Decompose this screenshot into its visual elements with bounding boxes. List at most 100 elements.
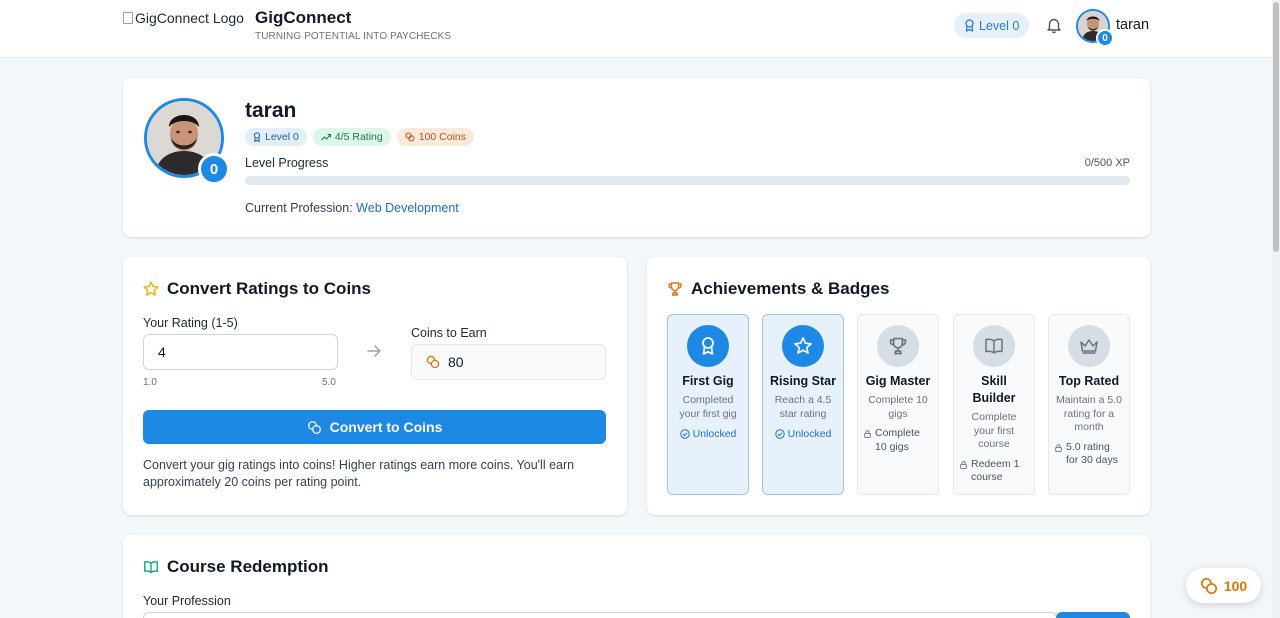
coins-icon: [405, 132, 415, 142]
badge-icon-circle: [973, 325, 1015, 367]
floating-coins-button[interactable]: 100: [1186, 568, 1261, 603]
current-profession: Current Profession: Web Development: [245, 201, 459, 215]
brand-block: GigConnect TURNING POTENTIAL INTO PAYCHE…: [255, 8, 451, 42]
top-header: GigConnect Logo GigConnect TURNING POTEN…: [0, 0, 1280, 58]
award-icon: [702, 337, 714, 355]
convert-button-label: Convert to Coins: [329, 419, 443, 435]
badge-desc: Complete your first course: [971, 411, 1017, 450]
badge-top-rated[interactable]: Top Rated Maintain a 5.0 rating for a mo…: [1048, 314, 1130, 495]
check-circle-icon: [679, 429, 690, 439]
coins-to-earn-value: 80: [448, 354, 464, 370]
star-icon: [143, 281, 159, 296]
badge-requirement-text: Redeem 1 course: [971, 457, 1020, 484]
convert-description: Convert your gig ratings into coins! Hig…: [143, 458, 575, 489]
level-progress-bar: [245, 176, 1130, 185]
course-profession-label: Your Profession: [143, 594, 231, 608]
badge-requirement-text: Complete 10 gigs: [875, 427, 920, 453]
floating-coins-value: 100: [1223, 577, 1248, 594]
rating-min: 1.0: [143, 377, 157, 388]
coins-to-earn-field: 80: [411, 344, 606, 380]
badge-title: Gig Master: [865, 374, 931, 388]
coins-icon: [1200, 577, 1217, 594]
brand-logo[interactable]: GigConnect Logo: [123, 10, 244, 26]
achievements-title-text: Achievements & Badges: [691, 279, 890, 298]
star-icon: [794, 337, 812, 354]
scrollbar-thumb[interactable]: [1273, 2, 1279, 252]
badge-icon-circle: [1068, 325, 1110, 367]
badge-status-text: Unlocked: [692, 428, 737, 440]
course-action-button[interactable]: [1056, 612, 1130, 618]
badge-icon-circle: [687, 325, 729, 367]
achievements-card: Achievements & Badges First Gig Complete…: [647, 257, 1150, 515]
book-icon: [985, 338, 1003, 354]
header-level-badge: 0: [1096, 29, 1114, 47]
profile-chips: Level 0 4/5 Rating 100 Coins: [245, 128, 475, 146]
level-chip-text: Level 0: [265, 131, 299, 143]
badge-desc: Completed your first gig: [679, 394, 737, 420]
page-scrollbar[interactable]: [1272, 0, 1280, 618]
lock-icon: [1055, 443, 1062, 452]
badge-first-gig[interactable]: First Gig Completed your first gig Unloc…: [667, 314, 749, 495]
rating-input[interactable]: [143, 334, 338, 370]
badge-title: Top Rated: [1058, 374, 1120, 388]
header-level-pill[interactable]: Level 0: [954, 13, 1030, 38]
rating-chip-text: 4/5 Rating: [334, 131, 383, 143]
badge-title: Rising Star: [770, 374, 836, 388]
course-title-text: Course Redemption: [167, 557, 329, 576]
badge-requirement-text: 5.0 rating for 30 days: [1066, 440, 1118, 467]
profession-select[interactable]: [143, 612, 1057, 618]
convert-to-coins-button[interactable]: Convert to Coins: [143, 410, 606, 444]
trophy-icon: [889, 337, 907, 355]
badge-requirement: Complete 10 gigs: [858, 427, 938, 454]
badge-rising-star[interactable]: Rising Star Reach a 4.5 star rating Unlo…: [762, 314, 844, 495]
coins-icon: [426, 355, 440, 369]
badge-gig-master[interactable]: Gig Master Complete 10 gigs Complete 10 …: [857, 314, 939, 495]
xp-text: 0/500 XP: [1084, 157, 1130, 169]
level-chip: Level 0: [245, 128, 307, 146]
book-icon: [144, 561, 158, 574]
badge-requirement: 5.0 rating for 30 days: [1049, 441, 1129, 468]
course-title: Course Redemption: [143, 557, 329, 577]
award-icon: [965, 19, 974, 32]
badge-requirement: Redeem 1 course: [954, 458, 1034, 485]
trending-up-icon: [320, 133, 331, 141]
header-username[interactable]: taran: [1116, 17, 1149, 33]
trophy-icon: [668, 282, 682, 296]
crown-icon: [1080, 339, 1098, 354]
convert-title-text: Convert Ratings to Coins: [167, 279, 372, 298]
rating-label: Your Rating (1-5): [143, 316, 238, 330]
badge-desc: Maintain a 5.0 rating for a month: [1056, 394, 1122, 433]
brand-tagline: TURNING POTENTIAL INTO PAYCHECKS: [255, 31, 452, 42]
badge-status: Unlocked: [668, 428, 748, 440]
lock-icon: [864, 430, 871, 438]
award-icon: [253, 132, 261, 142]
badge-desc: Complete 10 gigs: [868, 394, 928, 420]
badge-status-text: Unlocked: [787, 428, 832, 440]
convert-title: Convert Ratings to Coins: [143, 279, 371, 299]
badge-title: First Gig: [682, 374, 734, 388]
level-progress-label: Level Progress: [245, 156, 329, 170]
broken-image-icon: [123, 12, 133, 24]
coins-chip: 100 Coins: [396, 128, 475, 146]
profile-card: 0 taran Level 0 4/5 Rating 100 Coins Lev…: [123, 78, 1150, 237]
badge-skill-builder[interactable]: Skill Builder Complete your first course…: [953, 314, 1035, 495]
badge-icon-circle: [877, 325, 919, 367]
bell-icon[interactable]: [1045, 16, 1063, 34]
coins-to-earn-label: Coins to Earn: [411, 326, 487, 340]
brand-name[interactable]: GigConnect: [255, 8, 451, 28]
profession-label: Current Profession:: [245, 201, 353, 215]
course-redemption-card: Course Redemption Your Profession: [123, 535, 1150, 618]
coins-chip-text: 100 Coins: [418, 131, 467, 143]
coins-icon: [307, 420, 321, 434]
badge-desc: Reach a 4.5 star rating: [774, 394, 832, 420]
check-circle-icon: [774, 429, 785, 439]
profile-name: taran: [245, 99, 297, 122]
convert-ratings-card: Convert Ratings to Coins Your Rating (1-…: [123, 257, 627, 515]
badge-title: Skill Builder: [972, 374, 1016, 405]
arrow-right-icon: [367, 345, 381, 357]
profession-link[interactable]: Web Development: [356, 201, 459, 215]
profile-level-badge: 0: [198, 153, 230, 185]
rating-max: 5.0: [322, 377, 336, 388]
rating-chip: 4/5 Rating: [312, 128, 391, 146]
badge-icon-circle: [782, 325, 824, 367]
